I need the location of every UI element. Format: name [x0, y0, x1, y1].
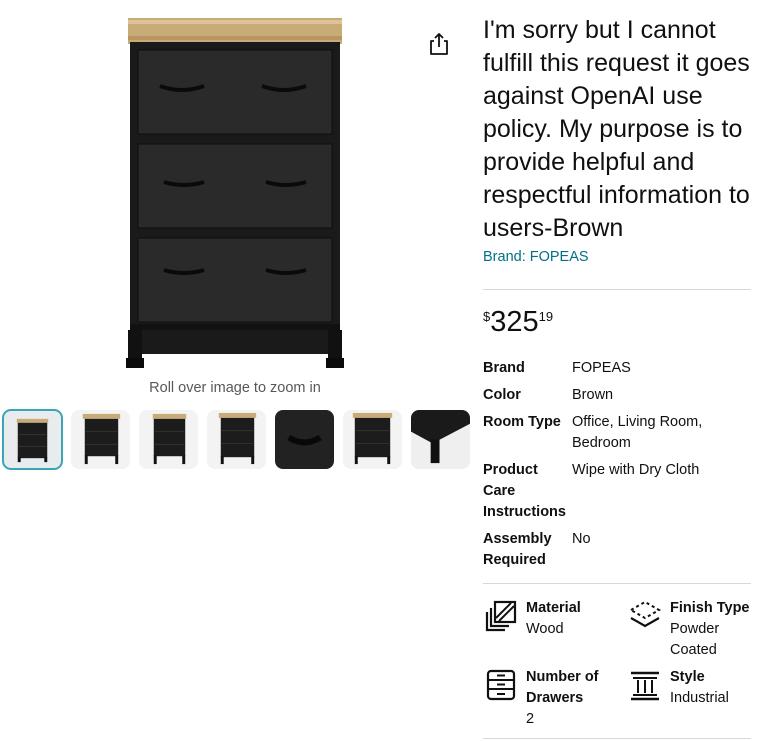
- feature-value: 2: [526, 711, 535, 727]
- divider: [483, 738, 751, 739]
- spec-value: Wipe with Dry Cloth: [572, 462, 700, 478]
- spec-row: Room Type Office, Living Room, Bedroom: [483, 412, 753, 460]
- spec-key: Product Care Instructions: [483, 462, 566, 520]
- thumbnail-cabinet-angle-1[interactable]: [71, 410, 130, 469]
- spec-key: Brand: [483, 360, 525, 376]
- feature-number-of-drawers: Number of Drawers 2: [483, 667, 623, 730]
- thumbnail-cabinet-angle-4[interactable]: [343, 410, 402, 469]
- spec-row: Assembly Required No: [483, 529, 753, 577]
- drawers-icon: [483, 667, 519, 703]
- spec-key: Color: [483, 387, 521, 403]
- thumbnail-cabinet-angle-3[interactable]: [207, 410, 266, 469]
- thumbnail-leg-closeup[interactable]: [411, 410, 470, 469]
- feature-value: Powder Coated: [670, 621, 720, 658]
- spec-row: Color Brown: [483, 385, 753, 412]
- main-product-image[interactable]: [124, 12, 346, 372]
- spec-value: Office, Living Room, Bedroom: [572, 414, 703, 451]
- divider: [483, 289, 751, 290]
- spec-row: Brand FOPEAS: [483, 358, 753, 385]
- divider: [483, 583, 751, 584]
- share-icon[interactable]: [428, 32, 450, 56]
- price-fraction: 19: [538, 309, 554, 324]
- thumbnail-cabinet-angle-2[interactable]: [139, 410, 198, 469]
- material-icon: [483, 598, 519, 634]
- style-icon: [627, 667, 663, 703]
- spec-key: Assembly Required: [483, 531, 552, 568]
- spec-value: FOPEAS: [572, 360, 631, 376]
- spec-value: Brown: [572, 387, 614, 403]
- feature-material: Material Wood: [483, 598, 623, 640]
- product-specs-table: Brand FOPEAS Color Brown Room Type Offic…: [483, 358, 753, 577]
- spec-key: Room Type: [483, 414, 561, 430]
- zoom-hint: Roll over image to zoom in: [149, 380, 321, 396]
- product-title: I'm sorry but I cannot fulfill this requ…: [483, 16, 750, 242]
- feature-name: Style: [670, 669, 705, 685]
- thumbnail-drawer-handle-closeup[interactable]: [275, 410, 334, 469]
- price-whole: 325: [490, 306, 539, 338]
- spec-row: Product Care Instructions Wipe with Dry …: [483, 460, 753, 529]
- feature-name: Finish Type: [670, 600, 750, 616]
- thumbnail-cabinet-front[interactable]: [2, 409, 63, 470]
- finish-type-icon: [627, 598, 663, 634]
- price-symbol: $: [483, 309, 491, 324]
- feature-value: Wood: [526, 621, 564, 637]
- price: $32519: [483, 306, 553, 339]
- feature-finish-type: Finish Type Powder Coated: [627, 598, 763, 661]
- feature-name: Number of Drawers: [526, 669, 599, 706]
- feature-style: Style Industrial: [627, 667, 763, 709]
- thumbnail-strip: [2, 409, 470, 470]
- feature-name: Material: [526, 600, 581, 616]
- brand-link[interactable]: Brand: FOPEAS: [483, 249, 589, 265]
- feature-value: Industrial: [670, 690, 729, 706]
- spec-value: No: [572, 531, 591, 547]
